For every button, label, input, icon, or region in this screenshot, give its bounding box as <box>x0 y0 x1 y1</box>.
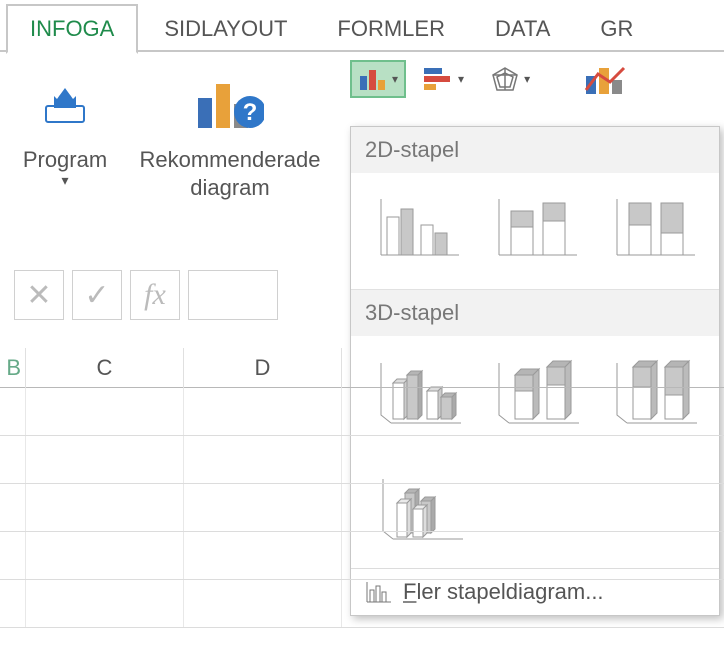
insert-radar-chart-button[interactable]: ▾ <box>482 60 538 98</box>
apps-label: Program <box>23 146 107 174</box>
insert-function-button[interactable]: fx <box>130 270 180 320</box>
recommended-charts-button[interactable]: ? Rekommenderade diagram <box>130 70 330 201</box>
ribbon-tabstrip: INFOGA SIDLAYOUT FORMLER DATA GR <box>0 0 724 52</box>
insert-combo-chart-button[interactable] <box>576 56 640 102</box>
tab-label: GR <box>600 16 633 41</box>
grid-row <box>0 580 724 628</box>
col-letter: C <box>97 355 113 381</box>
chevron-down-icon: ▾ <box>458 72 464 86</box>
recommended-charts-icon: ? <box>196 70 264 140</box>
apps-icon <box>42 70 88 140</box>
chevron-down-icon: ▾ <box>61 172 68 189</box>
fx-icon: fx <box>144 278 166 312</box>
grid-row <box>0 532 724 580</box>
chevron-down-icon: ▾ <box>392 72 398 86</box>
check-icon: ✓ <box>84 278 109 313</box>
formula-bar: ✕ ✓ fx <box>14 270 278 320</box>
radar-chart-icon <box>490 66 520 92</box>
column-header-D[interactable]: D <box>184 348 342 388</box>
tab-data[interactable]: DATA <box>471 4 574 52</box>
grid-row <box>0 388 724 436</box>
tab-label: DATA <box>495 16 550 41</box>
tab-label: SIDLAYOUT <box>164 16 287 41</box>
section-label: 2D-stapel <box>365 137 459 162</box>
cancel-edit-button[interactable]: ✕ <box>14 270 64 320</box>
accept-edit-button[interactable]: ✓ <box>72 270 122 320</box>
combo-chart-icon <box>584 62 632 96</box>
column-header-edge[interactable]: B <box>0 348 26 388</box>
grid-row <box>0 436 724 484</box>
col-letter: D <box>255 355 271 381</box>
tab-sidlayout[interactable]: SIDLAYOUT <box>140 4 311 52</box>
chart-2d-clustered-column[interactable] <box>373 191 465 267</box>
column-chart-icon <box>358 66 388 92</box>
tab-label: INFOGA <box>30 16 114 41</box>
sheet-area: ✕ ✓ fx B C D <box>0 270 724 655</box>
insert-bar-chart-button[interactable]: ▾ <box>416 60 472 98</box>
tab-infoga[interactable]: INFOGA <box>6 4 138 54</box>
column-header-C[interactable]: C <box>26 348 184 388</box>
formula-input[interactable] <box>188 270 278 320</box>
insert-column-chart-button[interactable]: ▾ <box>350 60 406 98</box>
chevron-down-icon: ▾ <box>524 72 530 86</box>
tab-granska-cut[interactable]: GR <box>576 4 657 52</box>
column-header-row: B C D <box>0 348 724 388</box>
bar-chart-icon <box>424 66 454 92</box>
sheet-grid[interactable] <box>0 388 724 655</box>
col-letter: B <box>6 355 21 381</box>
chart-2d-100stacked-column[interactable] <box>609 191 701 267</box>
recommended-charts-label-1: Rekommenderade <box>140 146 321 174</box>
grid-row <box>0 484 724 532</box>
x-icon: ✕ <box>26 278 51 313</box>
tab-formler[interactable]: FORMLER <box>313 4 469 52</box>
recommended-charts-label-2: diagram <box>190 174 269 202</box>
dropdown-section-2d: 2D-stapel <box>351 127 719 173</box>
tab-label: FORMLER <box>337 16 445 41</box>
chart-2d-stacked-column[interactable] <box>491 191 583 267</box>
apps-button[interactable]: Program ▾ <box>0 70 130 189</box>
svg-text:?: ? <box>243 99 258 126</box>
